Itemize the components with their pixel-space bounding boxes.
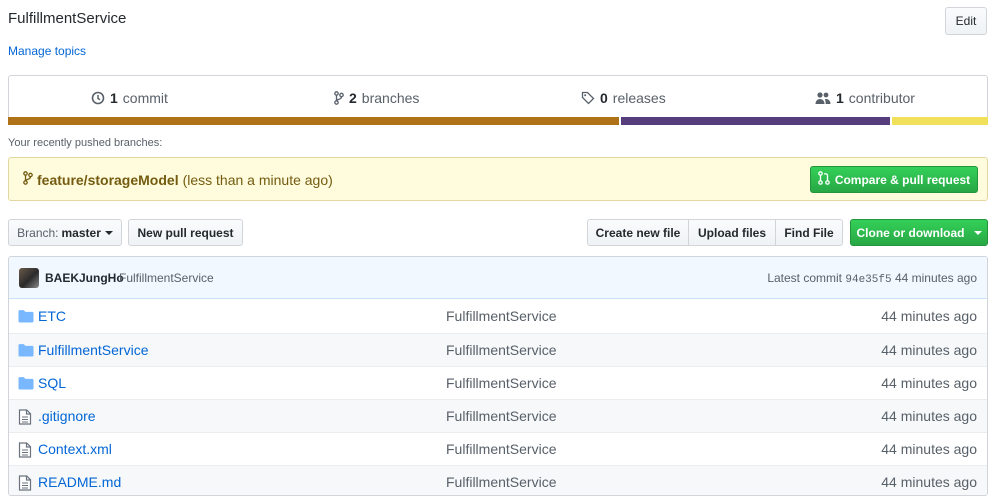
file-name-link[interactable]: ETC	[38, 308, 66, 324]
compare-pull-request-button[interactable]: Compare & pull request	[810, 166, 978, 193]
branch-icon	[334, 91, 344, 105]
branches-label: branches	[361, 90, 420, 106]
file-commit-message[interactable]: FulfillmentService	[446, 474, 556, 490]
commits-count: 1	[110, 90, 118, 106]
commit-sha[interactable]: 94e35f5	[845, 274, 891, 286]
latest-commit-label: Latest commit	[767, 271, 843, 285]
file-age: 44 minutes ago	[881, 342, 977, 358]
recent-branch-name[interactable]: feature/storageModel	[37, 172, 179, 188]
file-icon	[18, 475, 32, 494]
avatar[interactable]	[19, 268, 39, 288]
file-age: 44 minutes ago	[881, 375, 977, 391]
folder-icon	[18, 343, 34, 360]
caret-down-icon	[973, 230, 982, 235]
branch-name: master	[61, 225, 101, 240]
folder-icon	[18, 309, 34, 326]
contributors-link[interactable]: 1 contributor	[815, 90, 915, 106]
file-row: SQL FulfillmentService 44 minutes ago	[9, 366, 987, 399]
file-row: ETC FulfillmentService 44 minutes ago	[9, 300, 987, 333]
tag-icon	[581, 91, 595, 105]
file-commit-message[interactable]: FulfillmentService	[446, 441, 556, 457]
commit-age: 44 minutes ago	[894, 271, 977, 285]
file-icon	[18, 409, 32, 428]
latest-commit-bar: BAEKJungHo FulfillmentService Latest com…	[9, 257, 987, 299]
file-row: FulfillmentService FulfillmentService 44 m…	[9, 333, 987, 366]
file-name-link[interactable]: Context.xml	[38, 441, 112, 457]
recent-branch-time: (less than a minute ago)	[182, 171, 333, 188]
releases-count: 0	[600, 90, 608, 106]
branches-count: 2	[349, 90, 357, 106]
file-row: Context.xml FulfillmentService 44 minutes …	[9, 432, 987, 465]
file-name-link[interactable]: .gitignore	[38, 408, 96, 424]
file-actions-group: Create new file Upload files Find File	[587, 219, 843, 246]
file-name-link[interactable]: FulfillmentService	[38, 342, 148, 358]
releases-link[interactable]: 0 releases	[581, 90, 666, 106]
file-age: 44 minutes ago	[881, 408, 977, 424]
file-list: ETC FulfillmentService 44 minutes ago Fulfi…	[9, 300, 987, 495]
language-segment[interactable]	[8, 117, 621, 125]
new-pull-request-button[interactable]: New pull request	[128, 219, 243, 246]
file-age: 44 minutes ago	[881, 474, 977, 490]
contributors-label: contributor	[848, 90, 915, 106]
clone-label: Clone or download	[856, 225, 965, 240]
file-name-link[interactable]: SQL	[38, 375, 66, 391]
file-browser: BAEKJungHo FulfillmentService Latest com…	[8, 256, 988, 496]
latest-commit-info: Latest commit 94e35f5 44 minutes ago	[767, 271, 977, 286]
branch-prefix: Branch:	[17, 225, 59, 240]
people-icon	[815, 91, 831, 105]
commits-label: commit	[122, 90, 168, 106]
file-commit-message[interactable]: FulfillmentService	[446, 308, 556, 324]
repo-description: FulfillmentService	[8, 10, 127, 27]
caret-down-icon	[104, 230, 113, 235]
file-row: README.md FulfillmentService 44 minutes ag…	[9, 465, 987, 495]
recent-branches-label: Your recently pushed branches:	[8, 137, 163, 149]
branches-link[interactable]: 2 branches	[334, 90, 419, 106]
compare-label: Compare & pull request	[834, 172, 971, 187]
folder-icon	[18, 376, 34, 393]
file-age: 44 minutes ago	[881, 308, 977, 324]
language-segment[interactable]	[620, 117, 892, 125]
edit-button[interactable]: Edit	[945, 7, 987, 35]
language-bar[interactable]	[8, 117, 988, 125]
file-age: 44 minutes ago	[881, 441, 977, 457]
branch-select[interactable]: Branch: master	[8, 219, 122, 246]
file-name-link[interactable]: README.md	[38, 474, 121, 490]
contributors-count: 1	[836, 90, 844, 106]
history-icon	[91, 91, 105, 105]
pull-request-icon	[817, 171, 830, 188]
file-commit-message[interactable]: FulfillmentService	[446, 375, 556, 391]
releases-label: releases	[612, 90, 666, 106]
create-new-file-button[interactable]: Create new file	[587, 219, 689, 246]
file-commit-message[interactable]: FulfillmentService	[446, 408, 556, 424]
language-segment[interactable]	[891, 117, 988, 125]
commit-author[interactable]: BAEKJungHo	[45, 271, 124, 285]
file-icon	[18, 442, 32, 461]
commits-link[interactable]: 1 commit	[91, 90, 168, 106]
find-file-button[interactable]: Find File	[775, 219, 843, 246]
file-commit-message[interactable]: FulfillmentService	[446, 342, 556, 358]
manage-topics-link[interactable]: Manage topics	[8, 44, 86, 58]
file-row: .gitignore FulfillmentService 44 minutes a…	[9, 399, 987, 432]
upload-files-button[interactable]: Upload files	[688, 219, 776, 246]
branch-icon	[23, 171, 33, 188]
clone-download-button[interactable]: Clone or download	[850, 219, 988, 246]
commit-message[interactable]: FulfillmentService	[119, 271, 214, 285]
